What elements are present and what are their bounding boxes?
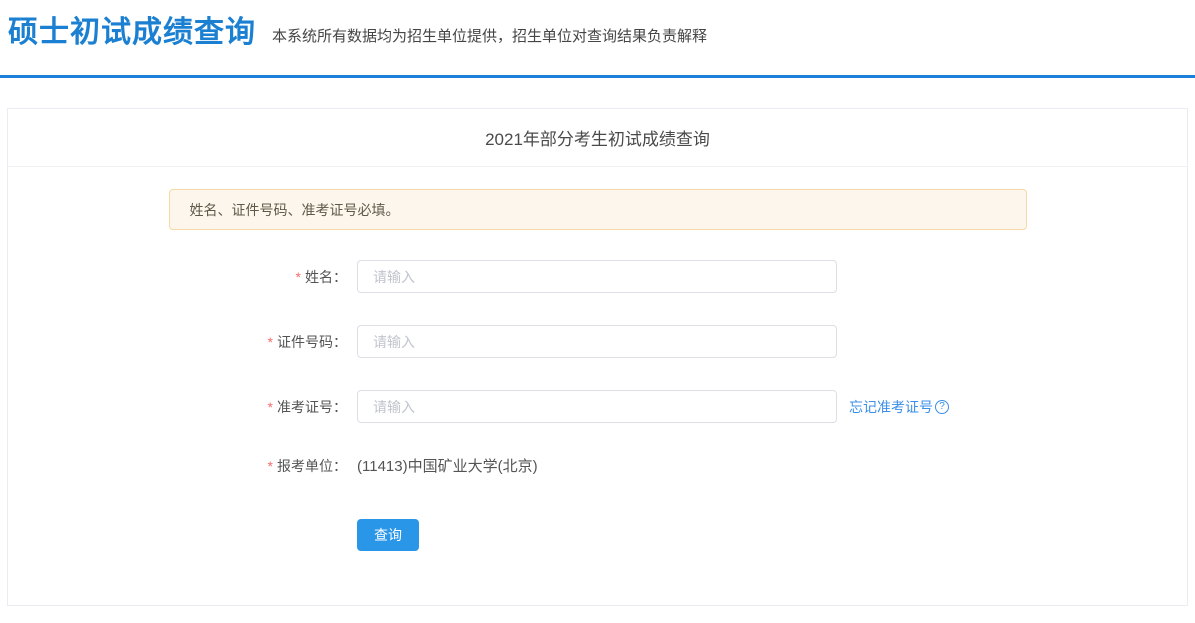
card-header: 2021年部分考生初试成绩查询 — [8, 109, 1187, 167]
query-button[interactable]: 查询 — [357, 519, 419, 551]
required-asterisk: * — [296, 269, 301, 285]
institution-label: *报考单位： — [8, 456, 357, 476]
required-asterisk: * — [268, 399, 273, 415]
exam-number-label: *准考证号： — [8, 397, 357, 417]
page-title: 硕士初试成绩查询 — [8, 16, 256, 49]
id-number-label: *证件号码： — [8, 332, 357, 352]
header-divider — [0, 75, 1195, 78]
question-circle-icon[interactable]: ? — [935, 400, 949, 414]
target-institution-value: (11413)中国矿业大学(北京) — [357, 455, 538, 476]
id-number-input[interactable] — [357, 325, 837, 358]
card-title: 2021年部分考生初试成绩查询 — [485, 125, 710, 150]
form-row-name: *姓名： — [8, 260, 1187, 293]
exam-number-input[interactable] — [357, 390, 837, 423]
page-subtitle: 本系统所有数据均为招生单位提供，招生单位对查询结果负责解释 — [272, 25, 707, 49]
name-input[interactable] — [357, 260, 837, 293]
form-row-id-number: *证件号码： — [8, 325, 1187, 358]
required-fields-alert: 姓名、证件号码、准考证号必填。 — [169, 189, 1027, 230]
forgot-exam-number-link[interactable]: 忘记准考证号? — [849, 397, 949, 417]
card-body: 姓名、证件号码、准考证号必填。 *姓名： *证件号码： *准考证号： — [8, 167, 1187, 551]
name-label: *姓名： — [8, 267, 357, 287]
required-asterisk: * — [268, 334, 273, 350]
form-row-exam-number: *准考证号： 忘记准考证号? — [8, 390, 1187, 423]
form-row-submit: 查询 — [8, 519, 1187, 551]
query-card: 2021年部分考生初试成绩查询 姓名、证件号码、准考证号必填。 *姓名： *证件… — [7, 108, 1188, 606]
form-row-institution: *报考单位： (11413)中国矿业大学(北京) — [8, 455, 1187, 476]
page-header: 硕士初试成绩查询 本系统所有数据均为招生单位提供，招生单位对查询结果负责解释 — [0, 0, 1195, 49]
required-asterisk: * — [268, 458, 273, 474]
query-form: *姓名： *证件号码： *准考证号： 忘记准考证号? — [8, 260, 1187, 551]
alert-text: 姓名、证件号码、准考证号必填。 — [190, 200, 400, 220]
